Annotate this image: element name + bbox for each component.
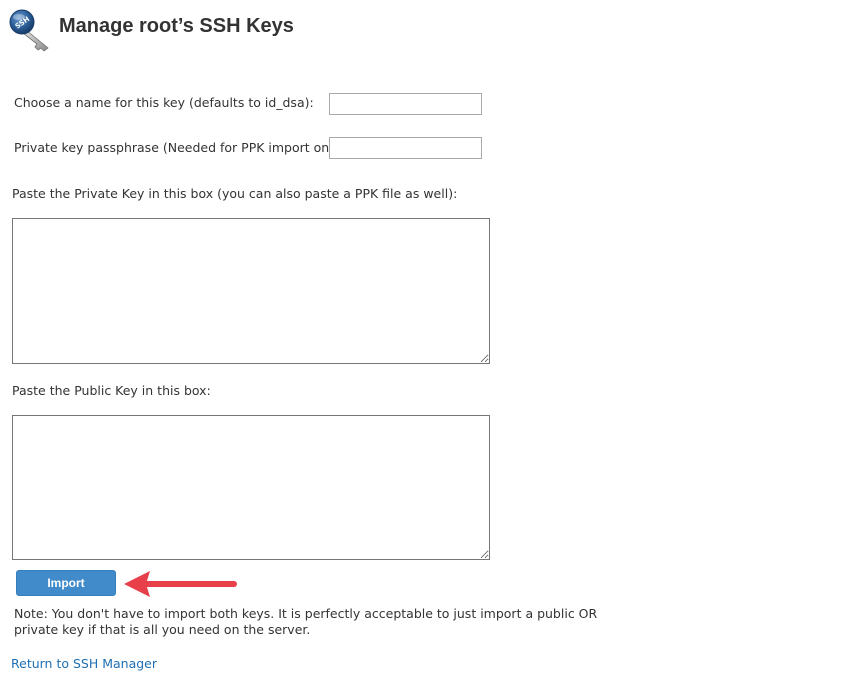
private-key-label: Paste the Private Key in this box (you c…	[12, 186, 458, 201]
page-title: Manage root’s SSH Keys	[59, 15, 294, 37]
passphrase-input[interactable]	[329, 137, 482, 159]
page-header: SSH	[8, 8, 54, 52]
key-name-label: Choose a name for this key (defaults to …	[14, 95, 314, 110]
ssh-key-icon: SSH	[9, 9, 49, 52]
import-note: Note: You don't have to import both keys…	[14, 606, 598, 637]
public-key-textarea[interactable]	[12, 415, 490, 560]
import-button[interactable]: Import	[16, 570, 116, 596]
private-key-textarea[interactable]	[12, 218, 490, 364]
annotation-arrow	[124, 571, 237, 597]
passphrase-label: Private key passphrase (Needed for PPK i…	[14, 140, 350, 155]
public-key-label: Paste the Public Key in this box:	[12, 383, 211, 398]
return-to-ssh-manager-link[interactable]: Return to SSH Manager	[11, 656, 157, 671]
key-name-input[interactable]	[329, 93, 482, 115]
